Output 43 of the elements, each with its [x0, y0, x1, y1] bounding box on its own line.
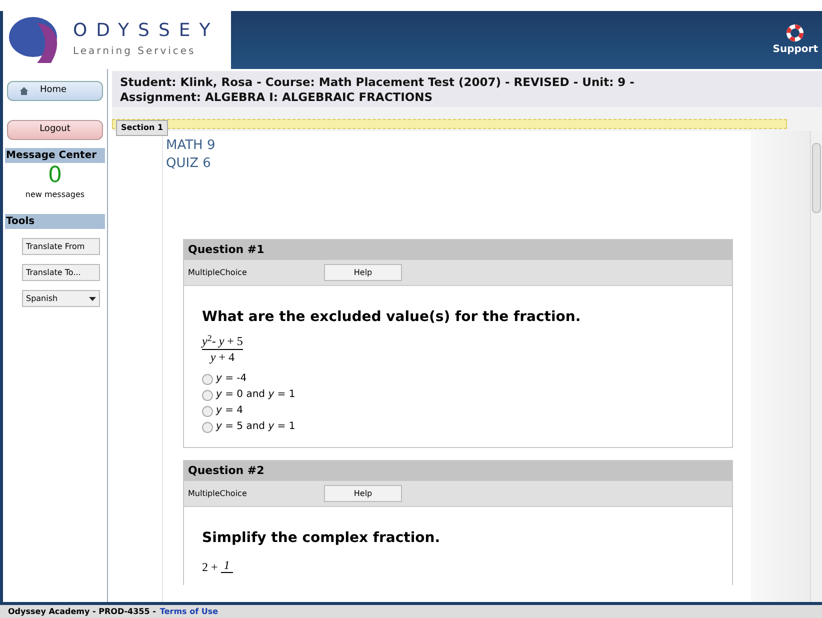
- math-expression: 2 +: [202, 561, 218, 573]
- section-heading: Message Center: [5, 148, 105, 163]
- translate-button[interactable]: Translate To...: [22, 264, 100, 281]
- answer-option: y = 4: [216, 403, 244, 419]
- lifebuoy-icon: [786, 24, 804, 42]
- translate-button[interactable]: Translate From: [22, 238, 100, 255]
- section-heading: Tools: [5, 212, 105, 229]
- fraction-numerator: 1: [220, 559, 233, 573]
- fraction-numerator: y$^{2}$- y + 5: [202, 334, 243, 350]
- caret-icon: [89, 296, 96, 300]
- assignment-info: Assignment: ALGEBRA I: ALGEBRAIC FRACTIONS: [120, 90, 434, 105]
- question-prompt: What are the excluded value(s) for the fraction.: [202, 308, 582, 327]
- section-tab[interactable]: Section 1: [116, 120, 168, 136]
- radio-button[interactable]: [202, 406, 213, 416]
- message-count: 0: [48, 163, 62, 189]
- answer-option: y = 0 and y = 1: [216, 387, 296, 403]
- radio-button[interactable]: [202, 374, 213, 384]
- radio-button[interactable]: [202, 390, 213, 400]
- question-prompt: Simplify the complex fraction.: [202, 529, 442, 548]
- help-button[interactable]: Help: [324, 485, 402, 502]
- logo-subtitle: Learning Services: [73, 45, 197, 59]
- radio-button[interactable]: [202, 422, 213, 432]
- question-title: Question #2: [184, 461, 732, 481]
- house-icon: [20, 87, 28, 95]
- question-title: Question #1: [184, 240, 732, 260]
- scrollbar[interactable]: [810, 131, 822, 602]
- answer-option: y = 5 and y = 1: [216, 419, 296, 435]
- support-button[interactable]: Support: [772, 11, 822, 69]
- help-button[interactable]: Help: [324, 264, 402, 281]
- home-button[interactable]: Home: [7, 81, 103, 101]
- quiz-subtitle: QUIZ 6: [166, 155, 212, 173]
- terms-link[interactable]: Terms of Use: [160, 606, 218, 616]
- answer-option: y = -4: [216, 371, 247, 387]
- question-type: MultipleChoice: [188, 266, 248, 278]
- message-label: new messages: [25, 189, 85, 201]
- logout-button[interactable]: Logout: [7, 120, 103, 140]
- language-dropdown[interactable]: Spanish: [22, 290, 100, 307]
- fraction-denominator: y + 4: [210, 350, 235, 365]
- quiz-title: MATH 9: [166, 137, 216, 155]
- footer-text: Odyssey Academy - PROD-4355 -: [8, 606, 156, 616]
- course-info: Student: Klink, Rosa - Course: Math Placement Test (2007) - REVISED - Unit: 9 -: [120, 75, 636, 90]
- question-type: MultipleChoice: [188, 488, 248, 500]
- logo-title: ODYSSEY: [73, 19, 220, 43]
